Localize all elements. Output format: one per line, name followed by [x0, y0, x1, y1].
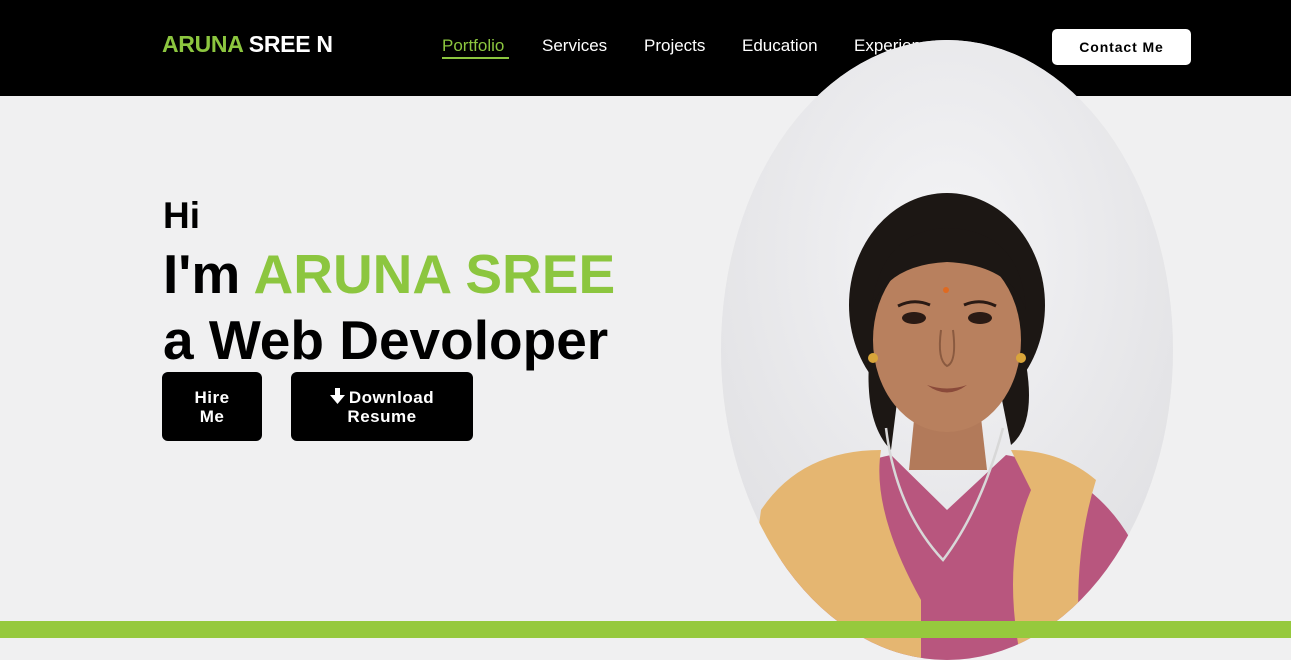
- hire-me-button[interactable]: Hire Me: [162, 372, 262, 441]
- download-label-row: Download: [291, 387, 473, 407]
- hero-greeting: Hi: [163, 195, 200, 236]
- download-arrow-icon: [329, 387, 345, 404]
- download-resume-button[interactable]: Download Resume: [291, 372, 473, 441]
- hero-role: a Web Devoloper: [163, 309, 609, 371]
- nav-link-services[interactable]: Services: [542, 36, 607, 56]
- accent-bottom-bar: [0, 621, 1291, 638]
- top-navbar: ARUNA SREE N Portfolio Services Projects…: [0, 0, 1291, 96]
- download-label-line2: Resume: [347, 406, 417, 426]
- nav-link-projects[interactable]: Projects: [644, 36, 705, 56]
- nav-link-education[interactable]: Education: [742, 36, 818, 56]
- hire-label-line2: Me: [199, 406, 225, 426]
- nav-link-portfolio[interactable]: Portfolio: [442, 36, 510, 59]
- profile-photo: [721, 40, 1173, 660]
- hero-name: ARUNA SREE: [253, 243, 616, 305]
- download-label-line1: Download: [348, 387, 435, 407]
- portrait-illustration: [721, 40, 1173, 660]
- hero-intro: I'm ARUNA SREE: [163, 242, 615, 306]
- hire-label-line1: Hire: [194, 387, 230, 407]
- contact-me-button[interactable]: Contact Me: [1052, 29, 1191, 65]
- hero-intro-prefix: I'm: [163, 243, 241, 305]
